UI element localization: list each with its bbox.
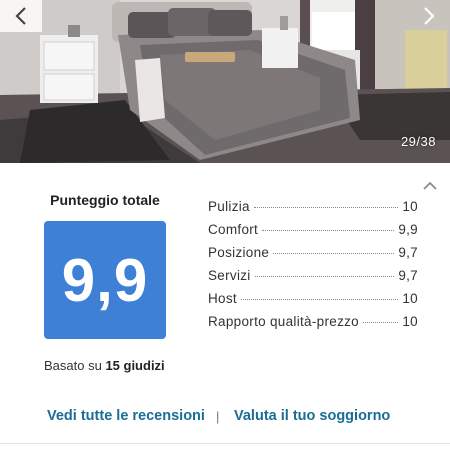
score-title: Punteggio totale [50,192,160,208]
dotted-leader [273,253,395,254]
rating-row: Pulizia 10 [208,199,418,222]
rating-label: Comfort [208,222,259,237]
rating-value: 10 [402,199,418,214]
previous-photo-button[interactable] [0,0,42,32]
see-all-reviews-link[interactable]: Vedi tutte le recensioni [47,408,205,424]
rating-value: 9,7 [398,268,418,283]
collapse-button[interactable] [422,178,438,192]
dotted-leader [262,230,395,231]
chevron-right-icon [424,7,435,25]
rating-label: Pulizia [208,199,250,214]
score-badge: 9,9 [44,221,166,339]
based-on-text: Basato su 15 giudizi [44,358,165,373]
rating-row: Servizi 9,7 [208,268,418,291]
rating-label: Servizi [208,268,251,283]
rating-label: Host [208,291,237,306]
review-links: Vedi tutte le recensioni | Valuta il tuo… [0,408,450,428]
photo-gallery[interactable]: 29/38 [0,0,450,163]
rating-row: Host 10 [208,291,418,314]
based-on-prefix: Basato su [44,358,106,373]
dotted-leader [253,207,399,208]
rating-row: Posizione 9,7 [208,245,418,268]
category-ratings: Pulizia 10 Comfort 9,9 Posizione 9,7 Ser… [208,199,418,337]
rating-row: Comfort 9,9 [208,222,418,245]
rate-your-stay-link[interactable]: Valuta il tuo soggiorno [234,408,390,424]
room-photo [0,0,450,163]
chevron-left-icon [15,7,26,25]
rating-value: 9,7 [398,245,418,260]
rating-value: 10 [402,291,418,306]
review-count: 15 giudizi [105,358,165,373]
link-separator: | [216,409,220,424]
next-photo-button[interactable] [408,0,450,32]
dotted-leader [362,322,399,323]
photo-counter: 29/38 [400,134,436,149]
dotted-leader [254,276,395,277]
rating-label: Posizione [208,245,270,260]
dotted-leader [240,299,399,300]
chevron-up-icon [423,181,437,190]
rating-value: 9,9 [398,222,418,237]
divider [0,443,450,444]
rating-row: Rapporto qualità-prezzo 10 [208,314,418,337]
rating-value: 10 [402,314,418,329]
rating-label: Rapporto qualità-prezzo [208,314,359,329]
